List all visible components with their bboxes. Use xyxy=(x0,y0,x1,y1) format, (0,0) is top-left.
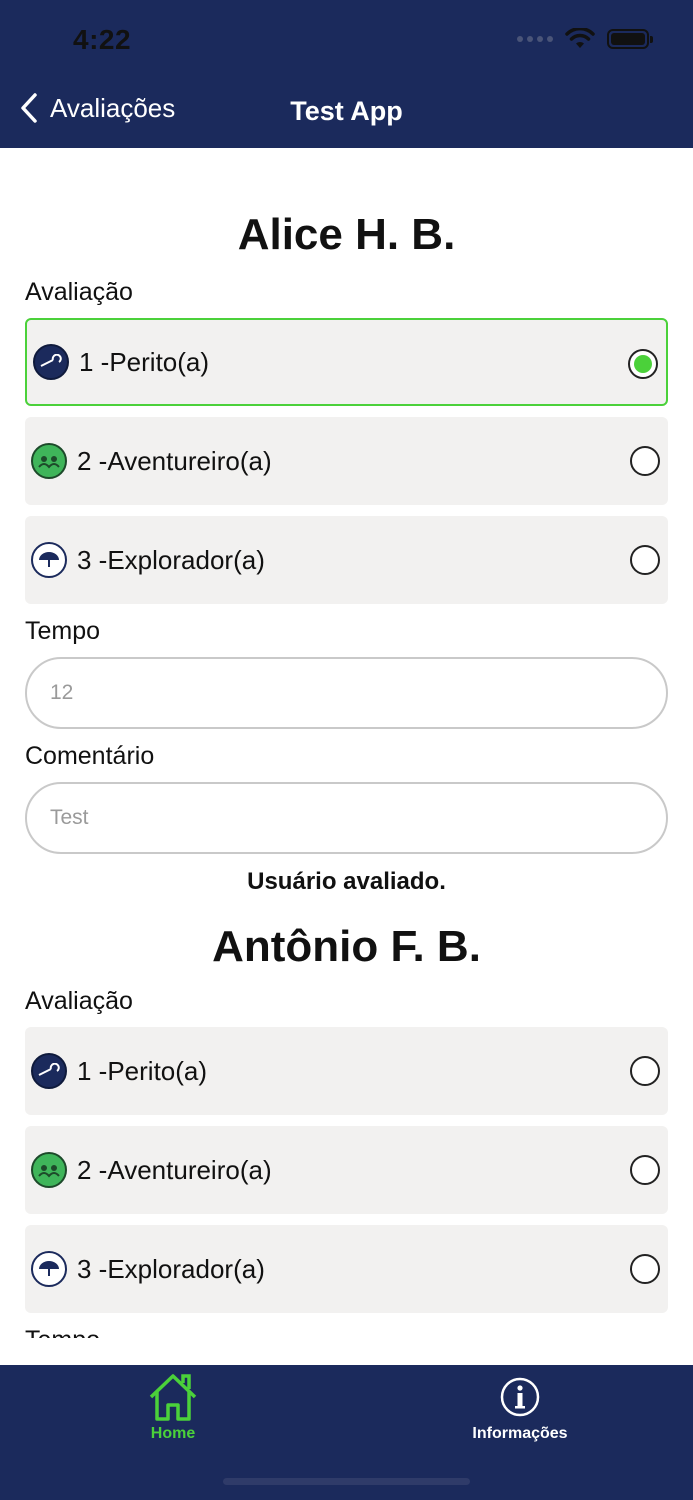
rating-option-label: 2 -Aventureiro(a) xyxy=(77,445,272,476)
status-time: 4:22 xyxy=(73,24,132,55)
radio-button[interactable] xyxy=(630,1254,660,1284)
info-icon xyxy=(500,1377,540,1417)
page-title: Test App xyxy=(290,96,403,126)
umbrella-badge-icon xyxy=(31,1251,67,1287)
tab-home-label: Home xyxy=(150,1425,196,1442)
group-badge-icon xyxy=(31,1152,67,1188)
tab-informacoes-label: Informações xyxy=(472,1425,568,1442)
user-name: Antônio F. B. xyxy=(212,922,481,971)
time-label: Tempo xyxy=(25,1326,100,1338)
rating-option-label: 1 -Perito(a) xyxy=(77,1055,208,1086)
rating-label: Avaliação xyxy=(25,278,133,306)
app-header: 4:22 Avaliações Test App xyxy=(0,0,693,148)
radio-button[interactable] xyxy=(628,349,658,379)
comment-input[interactable]: Test xyxy=(25,782,668,854)
tab-informacoes[interactable]: Informações xyxy=(450,1371,590,1443)
radio-button[interactable] xyxy=(630,446,660,476)
rating-label: Avaliação xyxy=(25,987,133,1015)
wrench-badge-icon xyxy=(31,1053,67,1089)
rating-option-label: 2 -Aventureiro(a) xyxy=(77,1154,272,1185)
rating-option-perito[interactable]: 1 -Perito(a) xyxy=(25,1027,668,1115)
radio-button[interactable] xyxy=(630,545,660,575)
time-input[interactable]: 12 xyxy=(25,657,668,729)
time-label: Tempo xyxy=(25,617,101,645)
comment-label: Comentário xyxy=(25,742,155,770)
group-badge-icon xyxy=(31,443,67,479)
umbrella-badge-icon xyxy=(31,542,67,578)
radio-selected-dot xyxy=(634,355,652,373)
rating-option-perito[interactable]: 1 -Perito(a) xyxy=(25,318,668,406)
home-icon xyxy=(149,1374,197,1421)
rating-option-explorador[interactable]: 3 -Explorador(a) xyxy=(25,516,668,604)
radio-button[interactable] xyxy=(630,1056,660,1086)
rating-option-explorador[interactable]: 3 -Explorador(a) xyxy=(25,1225,668,1313)
evaluation-list[interactable]: Alice H. B. Avaliação 1 -Perito(a) 2 -Av… xyxy=(0,148,693,1338)
signal-icon xyxy=(517,36,553,42)
user-name: Alice H. B. xyxy=(237,210,456,259)
rating-option-label: 1 -Perito(a) xyxy=(79,346,210,377)
battery-icon xyxy=(607,29,653,49)
rating-option-label: 3 -Explorador(a) xyxy=(77,544,265,575)
home-indicator xyxy=(223,1478,470,1485)
evaluation-status: Usuário avaliado. xyxy=(247,868,446,895)
wifi-icon xyxy=(565,28,595,48)
rating-option-aventureiro[interactable]: 2 -Aventureiro(a) xyxy=(25,417,668,505)
status-icons xyxy=(517,28,653,50)
wrench-badge-icon xyxy=(33,344,69,380)
rating-option-aventureiro[interactable]: 2 -Aventureiro(a) xyxy=(25,1126,668,1214)
tab-home[interactable]: Home xyxy=(118,1371,228,1443)
radio-button[interactable] xyxy=(630,1155,660,1185)
rating-option-label: 3 -Explorador(a) xyxy=(77,1253,265,1284)
